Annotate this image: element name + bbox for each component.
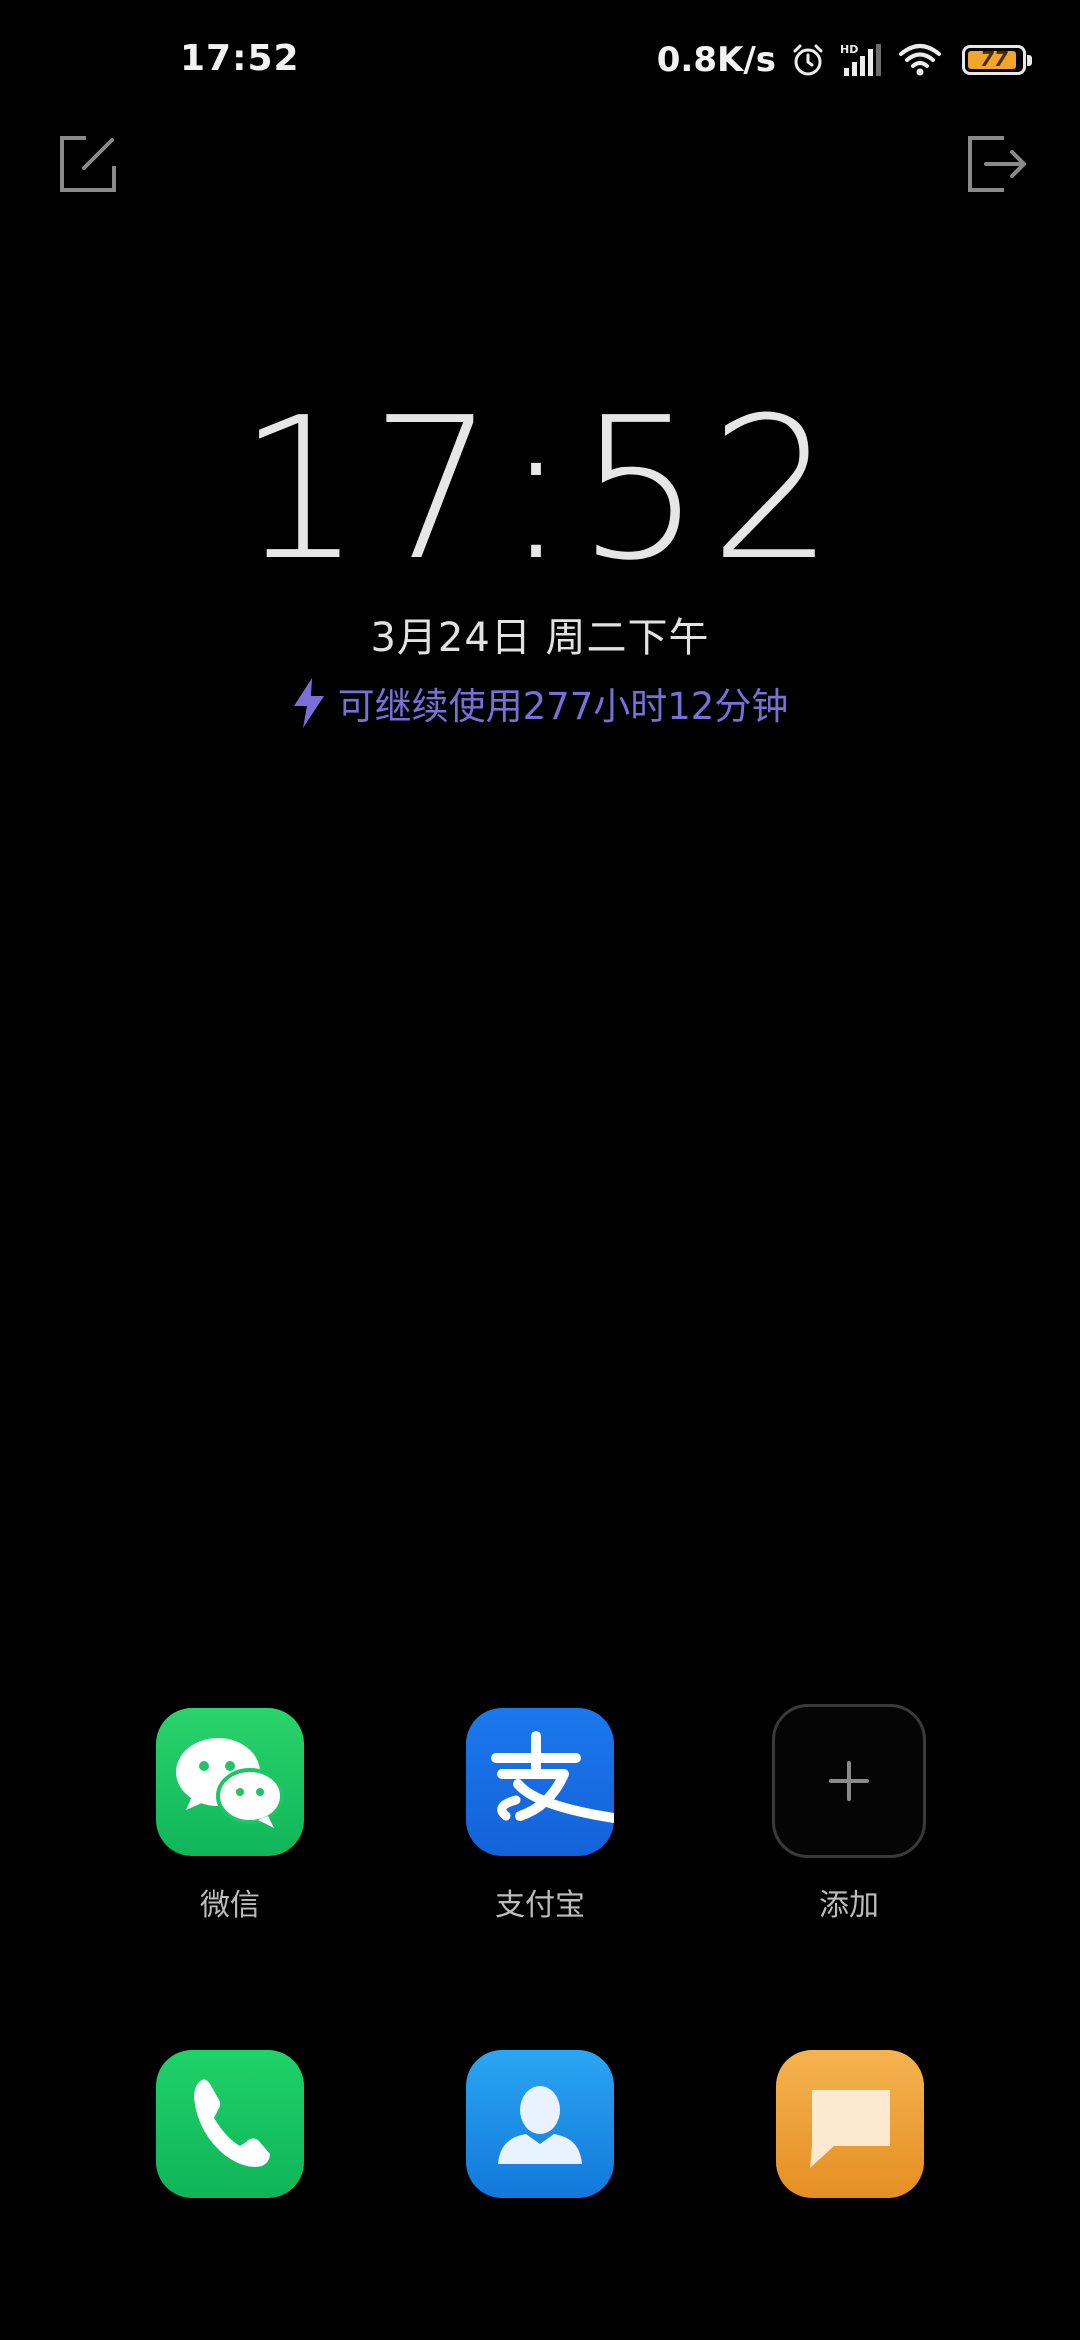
phone-app[interactable] [156,2050,304,2198]
hd-signal-icon: HD [840,42,884,78]
lockscreen-date: 3月24日 周二下午 [370,615,710,661]
add-shortcut-label: 添加 [819,1888,879,1923]
edit-note-icon [60,136,116,192]
plus-icon [829,1761,869,1801]
lightning-icon [293,678,324,728]
alarm-icon [790,42,826,78]
messages-app[interactable] [776,2050,924,2198]
svg-text:HD: HD [840,43,858,56]
status-bar: 17:52 0.8K/s HD 77 [0,0,1080,120]
battery-estimate-text: 可继续使用277小时12分钟 [337,685,789,728]
wechat-label: 微信 [200,1888,260,1923]
network-speed: 0.8K/s [656,40,776,80]
wechat-icon [176,1738,284,1828]
wifi-icon [898,42,942,78]
contacts-app[interactable] [466,2050,614,2198]
alipay-label: 支付宝 [495,1888,585,1923]
battery-level: 77 [980,47,1008,71]
status-time: 17:52 [180,38,300,79]
edit-note-button[interactable] [56,132,120,196]
battery-estimate: 可继续使用277小时12分钟 [0,676,1080,730]
alipay-icon [491,1731,614,1823]
add-shortcut-button[interactable] [772,1704,926,1858]
lockscreen-clock: 17:52 [237,376,843,604]
alipay-app[interactable] [466,1708,614,1856]
messages-icon [810,2090,890,2168]
exit-button[interactable] [964,132,1028,196]
wechat-app[interactable] [156,1708,304,1856]
exit-icon [968,136,1026,192]
battery-icon: 77 [962,45,1032,75]
phone-icon [194,2079,270,2167]
status-icons: 0.8K/s HD 77 [656,40,1032,80]
contacts-icon [498,2086,582,2164]
